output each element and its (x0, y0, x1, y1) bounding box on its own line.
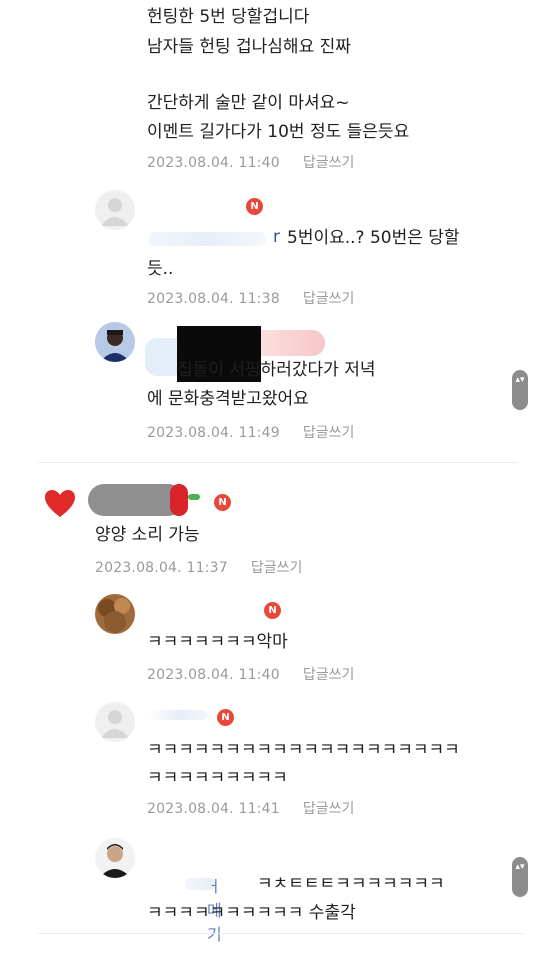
new-badge: N (264, 602, 281, 619)
blurred-nickname (148, 232, 266, 246)
heart-icon (44, 489, 76, 523)
avatar[interactable] (95, 702, 135, 742)
new-badge: N (246, 198, 263, 215)
comment-date: 2023.08.04. 11:40 (147, 155, 280, 171)
comment-text-line: 듯.. (147, 259, 174, 279)
scroll-arrows-icon: ▴▾ (515, 375, 525, 385)
avatar[interactable] (95, 594, 135, 634)
comment-text-line: 헌팅한 5번 당할겁니다 (147, 7, 310, 27)
comment-text-line: ㅋㅋㅋㅋㅋㅋㅋㅋㅋ (147, 768, 288, 788)
comment-date: 2023.08.04. 11:49 (147, 425, 280, 441)
comment-text-line: ㅋㅋㅋㅋㅋㅋㅋㅋㅋㅋ 수출각 (147, 903, 356, 923)
comment-date: 2023.08.04. 11:38 (147, 291, 280, 307)
comment-text-line: ㅋㅋㅋㅋㅋㅋㅋㅋㅋㅋㅋㅋㅋㅋㅋㅋㅋㅋㅋㅋ (147, 740, 460, 760)
nickname-fragment: r (273, 227, 280, 247)
comment-date: 2023.08.04. 11:41 (147, 801, 280, 817)
avatar[interactable] (95, 190, 135, 230)
profile-photo-icon (95, 838, 135, 878)
comment-text-line: ㅋㅊㅌㅌㅌㅋㅋㅋㅋㅋㅋㅋ (257, 874, 445, 894)
profile-photo-icon (95, 594, 135, 634)
default-avatar-icon (101, 198, 129, 226)
comment-text-line: 남자들 헌팅 겁나심해요 진짜 (147, 37, 351, 57)
blurred-nickname (148, 710, 208, 720)
new-badge: N (217, 709, 234, 726)
avatar[interactable] (95, 322, 135, 362)
comment-text-line: 양양 소리 가능 (95, 525, 200, 545)
comment-divider (38, 933, 524, 934)
reply-button[interactable]: 답글쓰기 (303, 291, 355, 307)
comment-date: 2023.08.04. 11:40 (147, 667, 280, 683)
blurred-nickname (88, 484, 206, 518)
scrollbar-handle[interactable]: ▴▾ (512, 370, 528, 410)
profile-photo-icon (95, 322, 135, 362)
comment-text-line: ㅋㅋㅋㅋㅋㅋㅋ악마 (147, 632, 288, 652)
reply-button[interactable]: 답글쓰기 (303, 155, 355, 171)
comment-date: 2023.08.04. 11:37 (95, 560, 228, 576)
reply-button[interactable]: 답글쓰기 (303, 801, 355, 817)
avatar[interactable] (95, 838, 135, 878)
reply-button[interactable]: 답글쓰기 (251, 560, 303, 576)
reply-button[interactable]: 답글쓰기 (303, 667, 355, 683)
comment-text-line: 이멘트 길가다가 10번 정도 들은듯요 (147, 122, 410, 142)
comment-text-line: 에 문화충격받고왔어요 (147, 389, 309, 409)
comment-text-line: 5번이요..? 50번은 당할 (287, 228, 460, 248)
comment-divider (38, 462, 518, 463)
comment-text-line: 집돌이 서핑하러갔다가 저녁 (177, 360, 376, 380)
scroll-arrows-icon: ▴▾ (515, 862, 525, 872)
default-avatar-icon (101, 710, 129, 738)
scrollbar-handle[interactable]: ▴▾ (512, 857, 528, 897)
reply-button[interactable]: 답글쓰기 (303, 425, 355, 441)
new-badge: N (214, 494, 231, 511)
comment-text-line: 간단하게 술만 같이 마셔요~ (147, 93, 350, 113)
